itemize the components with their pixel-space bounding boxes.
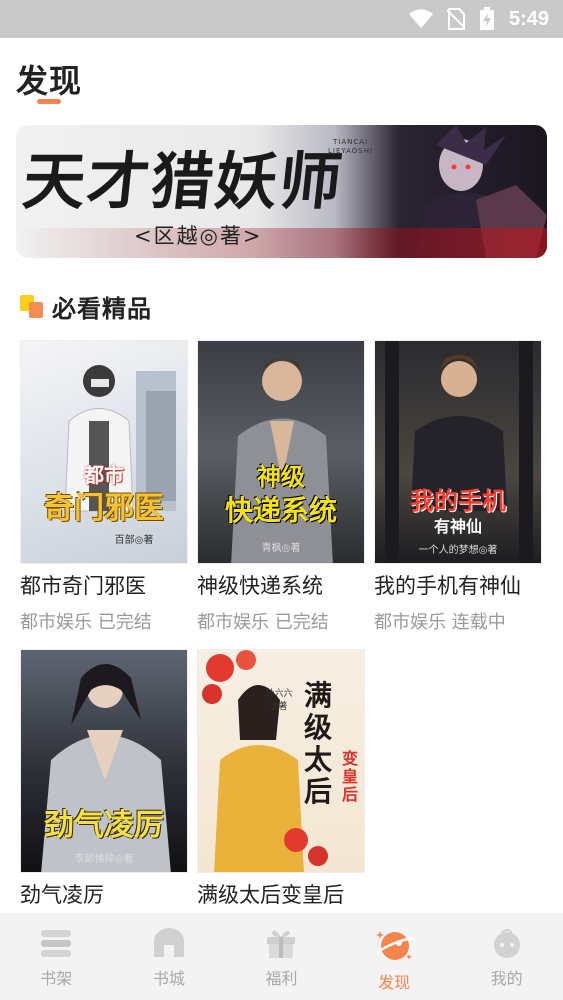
clock: 5:49 (508, 7, 549, 30)
cover-author: 李郎憔悴◎著 (74, 854, 134, 865)
planet-icon (376, 931, 414, 960)
battery-charging-icon (479, 7, 495, 31)
book-card[interactable]: 都市 奇门邪医 百部◎著 都市奇门邪医 都市娱乐 已完结 (20, 340, 188, 634)
banner-book-title: 天才猎妖师 (19, 145, 348, 218)
book-title: 神级快递系统 (197, 574, 323, 598)
section-badge-icon (20, 293, 44, 319)
profile-icon (493, 929, 520, 958)
cover-title-line2: 奇门邪医 (44, 491, 164, 526)
tab-label: 福利 (265, 969, 298, 988)
book-cover: 劲气凌厉 李郎憔悴◎著 (20, 649, 188, 873)
cover-title-line1: 劲气凌厉 (44, 808, 164, 843)
tab-discover[interactable]: 发现 (338, 913, 451, 1000)
cover-author: 百部◎著 (114, 535, 154, 546)
cover-title-line2: 有神仙 (433, 517, 482, 536)
banner-author: <区越◎著> (134, 224, 263, 248)
banner-red-glow (16, 228, 547, 258)
banner-pinyin-bottom: LIEYAOSHI (328, 147, 374, 155)
book-title: 满级太后变皇后 (197, 883, 344, 907)
book-cover: 满级太后 变皇后 孙六六◎著 (197, 649, 365, 873)
banner-pinyin-top: TIANCAI (332, 138, 369, 146)
bottom-tab-bar: 书架 书城 福利 发现 我的 (0, 913, 563, 1000)
cover-title-line1: 满级太后 (303, 679, 332, 808)
book-card[interactable]: 神级 快递系统 青枫◎著 神级快递系统 都市娱乐 已完结 (197, 340, 365, 634)
section-header: 必看精品 (20, 288, 152, 324)
book-meta: 都市娱乐 连载中 (374, 612, 506, 633)
book-cover: 神级 快递系统 青枫◎著 (197, 340, 365, 564)
wifi-icon (408, 9, 433, 29)
book-cover: 都市 奇门邪医 百部◎著 (20, 340, 188, 564)
tab-label: 书城 (152, 969, 185, 988)
book-title: 劲气凌厉 (20, 883, 104, 907)
tab-bookstore[interactable]: 书城 (113, 913, 226, 1000)
tab-label: 我的 (490, 969, 523, 988)
book-cover: 我的手机 有神仙 一个人的梦想◎著 (374, 340, 542, 564)
book-card[interactable]: 劲气凌厉 李郎憔悴◎著 劲气凌厉 (20, 649, 188, 909)
bookshelf-icon (41, 930, 72, 957)
book-card[interactable]: 我的手机 有神仙 一个人的梦想◎著 我的手机有神仙 都市娱乐 连载中 (374, 340, 542, 634)
tab-label: 发现 (378, 973, 411, 992)
book-title: 我的手机有神仙 (374, 574, 521, 598)
book-meta: 都市娱乐 已完结 (20, 612, 152, 633)
tab-bookshelf[interactable]: 书架 (0, 913, 113, 1000)
tab-profile[interactable]: 我的 (450, 913, 563, 1000)
cover-title-line1: 神级 (257, 462, 305, 491)
cover-title-line1: 我的手机 (410, 486, 506, 515)
featured-banner[interactable]: 天才猎妖师 <区越◎著> TIANCAI LIEYAOSHI (16, 125, 547, 258)
gift-icon (267, 930, 296, 958)
section-title: 必看精品 (52, 294, 152, 323)
cover-author: 孙六六◎著 (265, 689, 293, 712)
page-title: 发现 (16, 62, 83, 100)
cover-author: 青枫◎著 (261, 543, 301, 554)
cover-title-line2: 快递系统 (224, 494, 337, 527)
tab-label: 书架 (40, 969, 73, 988)
cover-author: 一个人的梦想◎著 (418, 545, 498, 556)
title-underline (37, 99, 61, 104)
book-meta: 都市娱乐 已完结 (197, 612, 329, 633)
banner-pinyin: TIANCAI LIEYAOSHI (328, 138, 373, 156)
bookstore-icon (153, 928, 184, 957)
tab-welfare[interactable]: 福利 (225, 913, 338, 1000)
book-card[interactable]: 满级太后 变皇后 孙六六◎著 满级太后变皇后 (197, 649, 365, 909)
book-title: 都市奇门邪医 (20, 574, 146, 598)
status-bar: 5:49 (0, 0, 563, 38)
cover-title-line2: 变皇后 (341, 749, 358, 804)
no-sim-icon (446, 8, 465, 30)
